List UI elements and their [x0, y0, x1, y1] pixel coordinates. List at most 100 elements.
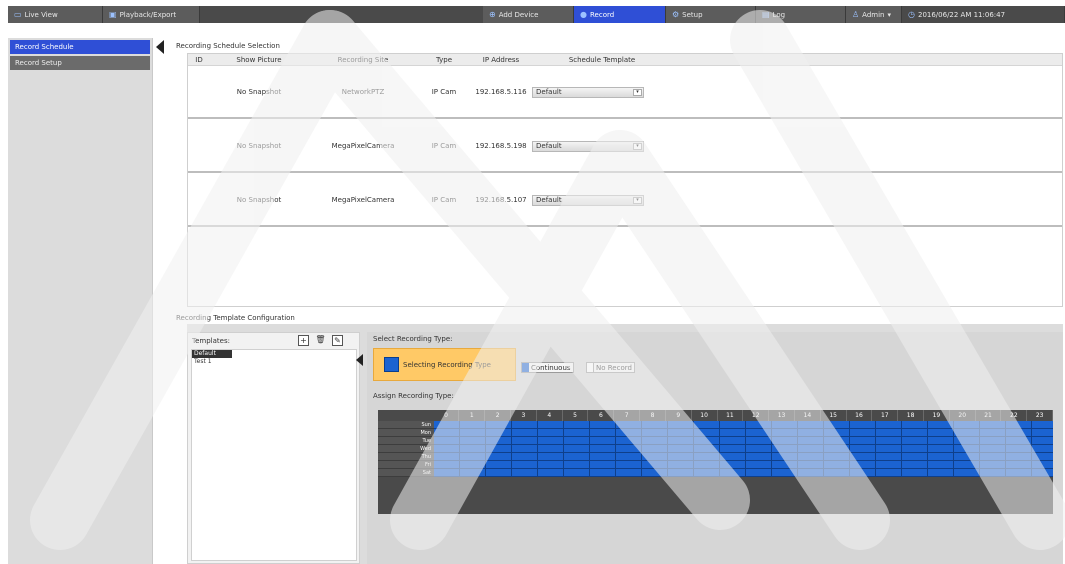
- type-cell: IP Cam: [431, 88, 457, 96]
- day-schedule-cells[interactable]: [434, 445, 1053, 453]
- day-schedule-cells[interactable]: [434, 461, 1053, 469]
- continuous-option[interactable]: Continuous: [521, 362, 574, 373]
- hour-label: 2: [485, 410, 512, 421]
- grid-body: Sun Mon Tue Wed Thu Fri Sat: [378, 421, 1053, 477]
- grid-day-row: Wed: [378, 445, 1053, 453]
- hour-label: 11: [718, 410, 744, 421]
- tab-label: Live View: [24, 10, 58, 19]
- tab-add-device[interactable]: ⊕ Add Device: [483, 6, 574, 23]
- no-record-option[interactable]: No Record: [586, 362, 635, 373]
- log-icon: ▤: [762, 10, 770, 19]
- sidebar-item-label: Record Schedule: [15, 43, 74, 51]
- table-row: No Snapshot NetworkPTZ IP Cam 192.168.5.…: [188, 67, 1062, 119]
- column-header: Type: [435, 55, 453, 64]
- hour-label: 8: [640, 410, 666, 421]
- tab-record[interactable]: ● Record: [574, 6, 666, 23]
- continuous-swatch: [522, 363, 529, 372]
- day-label: Tue: [378, 437, 434, 445]
- monitor-icon: ▭: [14, 10, 22, 19]
- day-label: Wed: [378, 445, 434, 453]
- schedule-section-title: Recording Schedule Selection: [176, 42, 280, 50]
- column-header: ID: [195, 55, 203, 64]
- hour-label: 20: [950, 410, 976, 421]
- tab-log[interactable]: ▤ Log: [756, 6, 846, 23]
- user-menu[interactable]: ♙ Admin ▾: [846, 6, 902, 23]
- day-schedule-cells[interactable]: [434, 429, 1053, 437]
- template-select[interactable]: Default ▾: [532, 86, 644, 98]
- template-select[interactable]: Default ▾: [532, 140, 644, 152]
- schedule-table: ID Show Picture Recording Site Type IP A…: [187, 53, 1063, 307]
- selected-color-swatch: [384, 357, 399, 372]
- tab-setup[interactable]: ⚙ Setup: [666, 6, 756, 23]
- trash-icon[interactable]: 🗑: [315, 335, 326, 346]
- top-navigation-bar: ▭ Live View ▣ Playback/Export ⊕ Add Devi…: [8, 6, 1065, 23]
- select-value: Default: [536, 195, 562, 204]
- day-label: Mon: [378, 429, 434, 437]
- grid-day-row: Tue: [378, 437, 1053, 445]
- site-cell: MegaPixelCamera: [331, 196, 395, 204]
- hour-label: 14: [795, 410, 821, 421]
- dropdown-arrow-icon: ▾: [633, 88, 642, 96]
- list-item[interactable]: Default: [192, 350, 232, 358]
- type-cell: IP Cam: [431, 142, 457, 150]
- grid-day-row: Fri: [378, 461, 1053, 469]
- day-schedule-cells[interactable]: [434, 469, 1053, 477]
- tab-label: Add Device: [498, 10, 539, 19]
- day-schedule-cells[interactable]: [434, 437, 1053, 445]
- snapshot-cell: No Snapshot: [236, 142, 282, 150]
- add-device-icon: ⊕: [489, 10, 496, 19]
- day-label: Sun: [378, 421, 434, 429]
- templates-label: Templates:: [192, 337, 230, 345]
- edit-icon[interactable]: ✎: [332, 335, 343, 346]
- type-cell: IP Cam: [431, 196, 457, 204]
- sidebar-item-record-setup[interactable]: Record Setup: [10, 56, 150, 70]
- sidebar-item-record-schedule[interactable]: Record Schedule: [10, 40, 150, 54]
- day-schedule-cells[interactable]: [434, 453, 1053, 461]
- list-item[interactable]: Test 1: [192, 358, 356, 366]
- tab-label: Record: [589, 10, 615, 19]
- hour-label: 6: [588, 410, 615, 421]
- datetime: 2016/06/22 AM 11:06:47: [917, 10, 1006, 19]
- select-value: Default: [536, 87, 562, 96]
- selecting-label: Selecting Recording Type: [403, 360, 491, 369]
- hour-label: 9: [666, 410, 692, 421]
- sidebar-collapse-arrow-icon[interactable]: [156, 40, 164, 54]
- hour-label: 16: [847, 410, 873, 421]
- snapshot-cell: No Snapshot: [236, 196, 282, 204]
- column-header: IP Address: [482, 55, 520, 64]
- hour-label: 23: [1027, 410, 1054, 421]
- snapshot-cell: No Snapshot: [236, 88, 282, 96]
- hour-label: 13: [769, 410, 795, 421]
- day-schedule-cells[interactable]: [434, 421, 1053, 429]
- assign-type-title: Assign Recording Type:: [373, 392, 454, 400]
- hour-label: 15: [821, 410, 847, 421]
- template-actions: + 🗑 ✎: [298, 335, 343, 346]
- record-icon: ●: [580, 10, 587, 19]
- column-header: Show Picture: [236, 55, 282, 64]
- clock-icon: ◷: [908, 10, 915, 19]
- hour-label: 3: [511, 410, 537, 421]
- table-row: No Snapshot MegaPixelCamera IP Cam 192.1…: [188, 175, 1062, 227]
- site-cell: NetworkPTZ: [341, 88, 385, 96]
- chevron-down-icon: ▾: [887, 10, 891, 19]
- hour-label: 19: [924, 410, 950, 421]
- panel-collapse-arrow-icon[interactable]: [356, 354, 363, 366]
- tab-live-view[interactable]: ▭ Live View: [8, 6, 103, 23]
- tab-label: Playback/Export: [119, 10, 177, 19]
- schedule-grid[interactable]: 0 1 2 3 4 5 6 7 8 9 10 11 12 13 14 15 16 17 18 19 20 21 22 23 S…: [378, 410, 1054, 514]
- grid-day-row: Sat: [378, 469, 1053, 477]
- site-cell: MegaPixelCamera: [331, 142, 395, 150]
- template-select[interactable]: Default ▾: [532, 194, 644, 206]
- ip-cell: 192.168.5.116: [475, 88, 527, 96]
- column-header: Recording Site: [337, 55, 389, 64]
- hour-label: 10: [692, 410, 718, 421]
- hour-label: 7: [614, 410, 641, 421]
- hour-label: 5: [563, 410, 589, 421]
- playback-icon: ▣: [109, 10, 117, 19]
- table-header: ID Show Picture Recording Site Type IP A…: [188, 54, 1062, 66]
- grid-day-row: Sun: [378, 421, 1053, 429]
- continuous-label: Continuous: [531, 363, 571, 372]
- hour-label: 0: [434, 410, 460, 421]
- add-template-icon[interactable]: +: [298, 335, 309, 346]
- tab-playback-export[interactable]: ▣ Playback/Export: [103, 6, 200, 23]
